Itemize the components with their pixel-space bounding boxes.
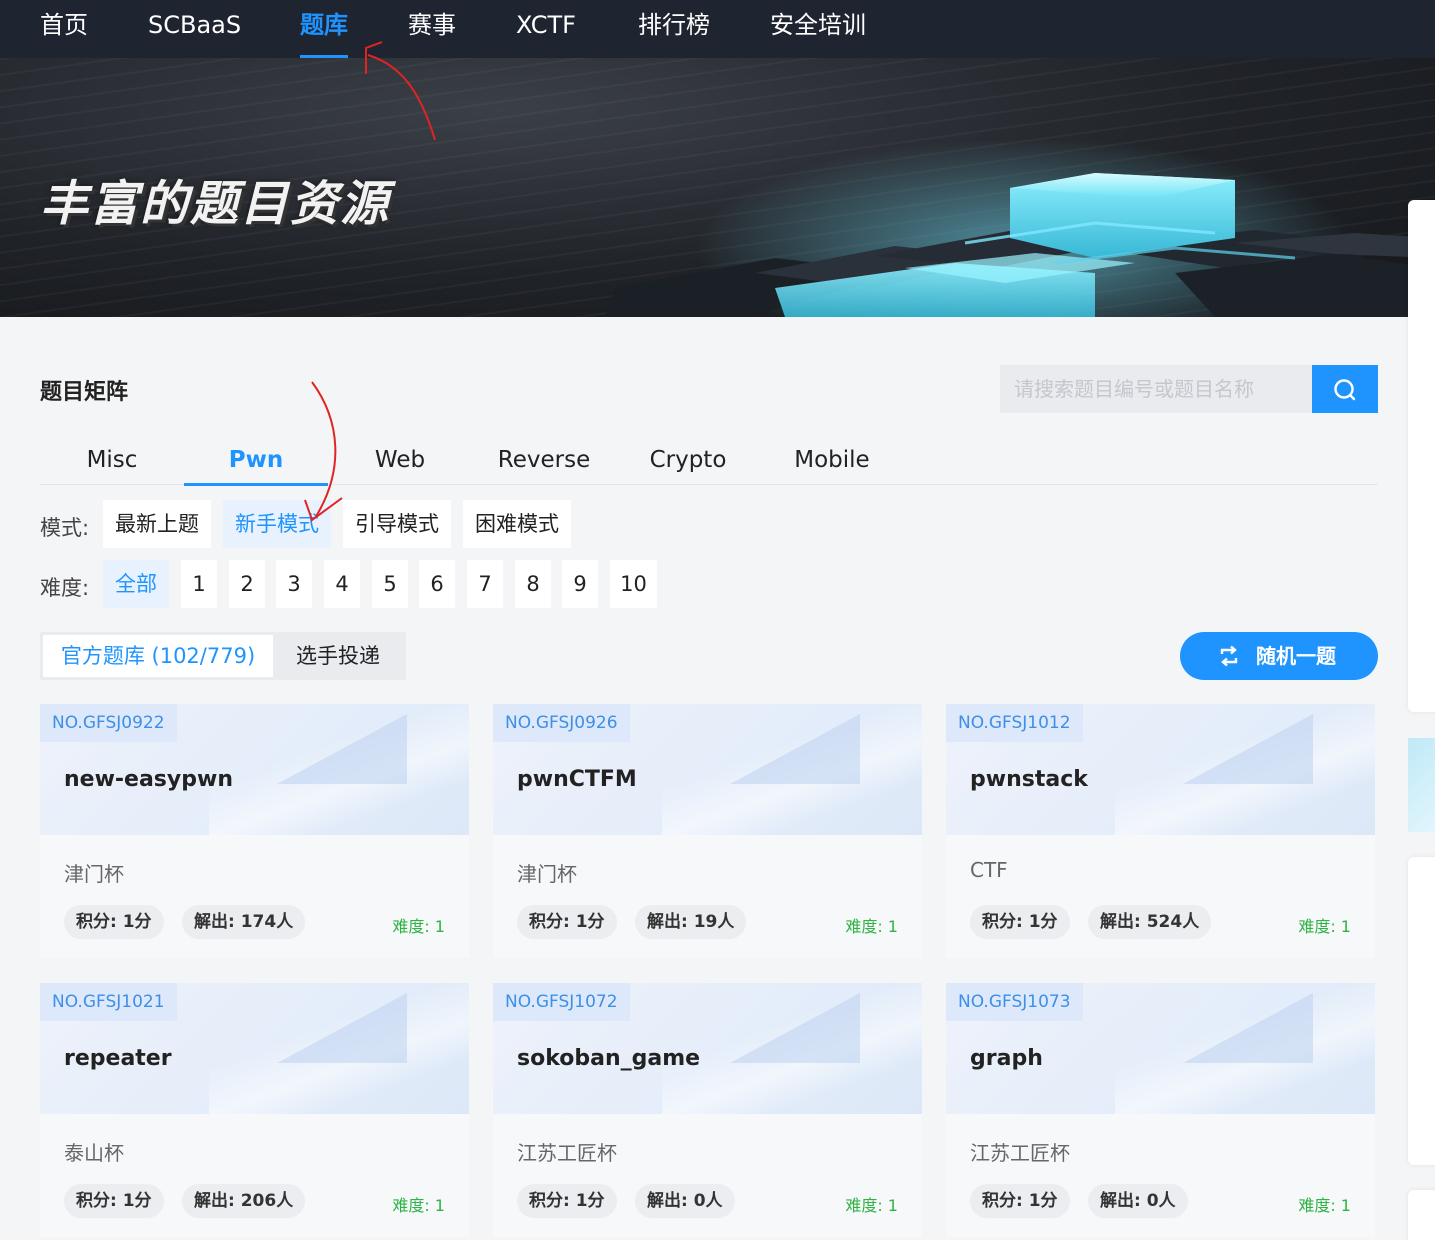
card-title: pwnstack xyxy=(970,767,1088,792)
card-difficulty: 难度: 1 xyxy=(392,917,445,936)
tab-reverse[interactable]: Reverse xyxy=(472,436,616,485)
search-icon xyxy=(1334,379,1356,401)
difficulty-chip-9[interactable]: 9 xyxy=(562,560,598,608)
mode-chip-hard[interactable]: 困难模式 xyxy=(463,500,571,548)
difficulty-chip-1[interactable]: 1 xyxy=(181,560,217,608)
search-button[interactable] xyxy=(1312,365,1378,413)
card-score: 积分: 1分 xyxy=(970,905,1070,939)
tab-pwn[interactable]: Pwn xyxy=(184,436,328,486)
card-score: 积分: 1分 xyxy=(64,1184,164,1218)
card-title: repeater xyxy=(64,1046,172,1071)
card-title: sokoban_game xyxy=(517,1046,701,1071)
question-card[interactable]: NO.GFSJ1072 sokoban_game 江苏工匠杯 积分: 1分 解出… xyxy=(493,983,922,1237)
random-question-label: 随机一题 xyxy=(1256,644,1336,668)
card-solved: 解出: 0人 xyxy=(1088,1184,1188,1218)
card-difficulty: 难度: 1 xyxy=(392,1196,445,1215)
card-difficulty: 难度: 1 xyxy=(845,917,898,936)
mode-chip-latest[interactable]: 最新上题 xyxy=(103,500,211,548)
difficulty-chip-7[interactable]: 7 xyxy=(467,560,503,608)
section-title: 题目矩阵 xyxy=(40,380,129,405)
nav-item-question-bank[interactable]: 题库 xyxy=(300,0,348,58)
card-source: 江苏工匠杯 xyxy=(517,1141,617,1165)
nav-item-events[interactable]: 赛事 xyxy=(408,0,456,58)
nav-item-leaderboard[interactable]: 排行榜 xyxy=(638,0,710,58)
shuffle-icon xyxy=(1220,645,1238,667)
nav-item-home[interactable]: 首页 xyxy=(40,0,88,58)
card-number: NO.GFSJ0922 xyxy=(40,704,177,742)
card-source: 泰山杯 xyxy=(64,1141,124,1165)
difficulty-chip-2[interactable]: 2 xyxy=(229,560,265,608)
question-card[interactable]: NO.GFSJ0922 new-easypwn 津门杯 积分: 1分 解出: 1… xyxy=(40,704,469,958)
card-solved: 解出: 0人 xyxy=(635,1184,735,1218)
top-nav: 首页 SCBaaS 题库 赛事 XCTF 排行榜 安全培训 xyxy=(0,0,1435,58)
category-tabs: Misc Pwn Web Reverse Crypto Mobile xyxy=(40,436,1378,486)
mode-chip-guided[interactable]: 引导模式 xyxy=(343,500,451,548)
question-card[interactable]: NO.GFSJ1021 repeater 泰山杯 积分: 1分 解出: 206人… xyxy=(40,983,469,1237)
card-difficulty: 难度: 1 xyxy=(1298,917,1351,936)
card-solved: 解出: 19人 xyxy=(635,905,747,939)
question-card[interactable]: NO.GFSJ1073 graph 江苏工匠杯 积分: 1分 解出: 0人 难度… xyxy=(946,983,1375,1237)
card-number: NO.GFSJ1021 xyxy=(40,983,177,1021)
question-card[interactable]: NO.GFSJ0926 pwnCTFM 津门杯 积分: 1分 解出: 19人 难… xyxy=(493,704,922,958)
card-difficulty: 难度: 1 xyxy=(1298,1196,1351,1215)
glowing-cubes-illustration xyxy=(605,138,1435,317)
hero-banner: 丰富的题目资源 xyxy=(0,58,1435,317)
card-title: graph xyxy=(970,1046,1043,1071)
card-source: 津门杯 xyxy=(64,862,124,886)
card-score: 积分: 1分 xyxy=(517,1184,617,1218)
card-solved: 解出: 524人 xyxy=(1088,905,1212,939)
tab-misc[interactable]: Misc xyxy=(40,436,184,485)
mode-label: 模式: xyxy=(40,516,90,540)
difficulty-chip-10[interactable]: 10 xyxy=(610,560,657,608)
card-solved: 解出: 174人 xyxy=(182,905,306,939)
card-score: 积分: 1分 xyxy=(517,905,617,939)
card-score: 积分: 1分 xyxy=(970,1184,1070,1218)
side-panel-top xyxy=(1408,200,1435,712)
nav-item-scbaas[interactable]: SCBaaS xyxy=(148,0,241,58)
tab-mobile[interactable]: Mobile xyxy=(760,436,904,485)
banner-title: 丰富的题目资源 xyxy=(40,176,391,232)
card-number: NO.GFSJ1012 xyxy=(946,704,1083,742)
source-tabs: 官方题库 (102/779) 选手投递 xyxy=(40,632,406,680)
side-banner-thumbnail xyxy=(1408,738,1435,832)
card-number: NO.GFSJ0926 xyxy=(493,704,630,742)
tab-web[interactable]: Web xyxy=(328,436,472,485)
difficulty-chip-6[interactable]: 6 xyxy=(419,560,455,608)
difficulty-chip-3[interactable]: 3 xyxy=(276,560,312,608)
side-panel-bottom xyxy=(1408,1190,1435,1240)
card-score: 积分: 1分 xyxy=(64,905,164,939)
difficulty-label: 难度: xyxy=(40,576,90,600)
side-panel-middle xyxy=(1408,857,1435,1165)
card-title: pwnCTFM xyxy=(517,767,637,792)
nav-item-training[interactable]: 安全培训 xyxy=(770,0,866,58)
card-solved: 解出: 206人 xyxy=(182,1184,306,1218)
nav-item-xctf[interactable]: XCTF xyxy=(516,0,576,58)
difficulty-chip-4[interactable]: 4 xyxy=(324,560,360,608)
random-question-button[interactable]: 随机一题 xyxy=(1180,632,1378,680)
card-source: 江苏工匠杯 xyxy=(970,1141,1070,1165)
card-number: NO.GFSJ1073 xyxy=(946,983,1083,1021)
card-title: new-easypwn xyxy=(64,767,233,792)
difficulty-chip-8[interactable]: 8 xyxy=(515,560,551,608)
card-source: CTF xyxy=(970,858,1008,882)
card-source: 津门杯 xyxy=(517,862,577,886)
difficulty-chip-5[interactable]: 5 xyxy=(372,560,408,608)
tab-crypto[interactable]: Crypto xyxy=(616,436,760,485)
tab-player-submissions[interactable]: 选手投递 xyxy=(273,635,403,677)
search-input[interactable] xyxy=(1000,365,1312,413)
difficulty-chip-all[interactable]: 全部 xyxy=(103,560,169,608)
question-card[interactable]: NO.GFSJ1012 pwnstack CTF 积分: 1分 解出: 524人… xyxy=(946,704,1375,958)
card-difficulty: 难度: 1 xyxy=(845,1196,898,1215)
card-number: NO.GFSJ1072 xyxy=(493,983,630,1021)
tab-official-bank[interactable]: 官方题库 (102/779) xyxy=(43,635,273,677)
mode-chip-beginner[interactable]: 新手模式 xyxy=(223,500,331,548)
